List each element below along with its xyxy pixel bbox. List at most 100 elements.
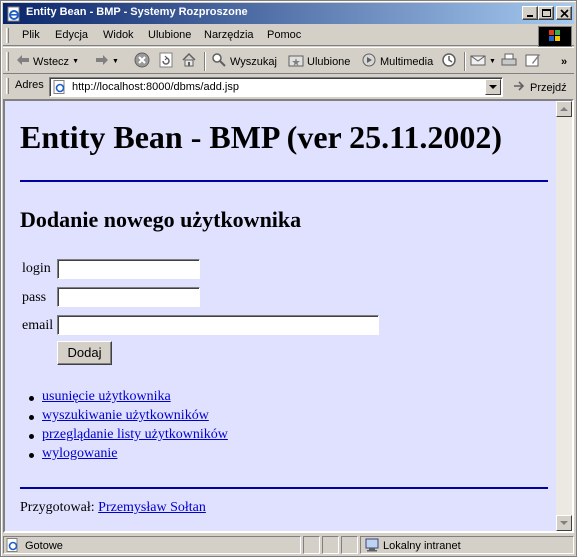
window-title: Entity Bean - BMP - Systemy Rozproszone — [26, 6, 248, 18]
standard-toolbar: Wstecz ▼ ▼ Wyszukaj Ulubione Multimedia … — [3, 47, 574, 74]
status-text: Gotowe — [25, 540, 63, 552]
status-zone: Lokalny intranet — [383, 540, 461, 552]
browser-window: Entity Bean - BMP - Systemy Rozproszone … — [0, 0, 577, 557]
minimize-button[interactable] — [522, 6, 538, 20]
status-cell — [303, 536, 320, 554]
back-button[interactable]: Wstecz ▼ — [16, 53, 79, 70]
ie-page-icon — [6, 538, 20, 555]
status-zone-cell: Lokalny intranet — [360, 536, 574, 554]
back-arrow-icon — [16, 54, 30, 69]
status-cell — [341, 536, 358, 554]
author-link[interactable]: Przemysław Sołtan — [98, 500, 206, 515]
toolbar-separator — [204, 52, 206, 71]
form-heading: Dodanie nowego użytkownika — [20, 207, 302, 232]
menubar-grip[interactable] — [6, 28, 9, 43]
login-label: login — [22, 261, 51, 276]
menu-pomoc[interactable]: Pomoc — [267, 29, 301, 41]
toolbar-separator — [464, 52, 466, 71]
forward-button[interactable]: ▼ — [95, 53, 119, 70]
add-user-button[interactable]: Dodaj — [57, 341, 112, 365]
status-bar: Gotowe Lokalny intranet — [3, 535, 574, 555]
forward-arrow-icon — [95, 54, 109, 69]
close-button[interactable] — [556, 6, 572, 20]
favorites-folder-icon — [288, 52, 304, 71]
ie-page-icon — [53, 80, 67, 97]
media-label: Multimedia — [380, 55, 434, 68]
favorites-label: Ulubione — [307, 55, 351, 68]
stop-icon — [134, 52, 150, 71]
toolbar-overflow-chevron-icon[interactable]: » — [561, 53, 567, 70]
refresh-icon — [158, 52, 174, 71]
delete-user-link[interactable]: usunięcie użytkownika — [42, 389, 171, 404]
status-cell — [322, 536, 339, 554]
address-field[interactable]: http://localhost:8000/dbms/add.jsp — [49, 77, 503, 97]
search-users-link[interactable]: wyszukiwanie użytkowników — [42, 408, 209, 423]
logout-link[interactable]: wylogowanie — [42, 446, 117, 461]
media-button[interactable]: Multimedia — [361, 53, 433, 70]
pass-field[interactable] — [57, 287, 200, 307]
search-button[interactable]: Wyszukaj — [211, 53, 277, 70]
addressbar-grip[interactable] — [6, 78, 9, 94]
page-viewport: Entity Bean - BMP (ver 25.11.2002) Dodan… — [3, 99, 574, 533]
scroll-up-button[interactable] — [556, 101, 572, 117]
pass-label: pass — [22, 290, 47, 305]
browse-users-link[interactable]: przeglądanie listy użytkowników — [42, 427, 228, 442]
search-icon — [211, 52, 227, 71]
mail-button[interactable]: ▼ — [470, 53, 496, 70]
search-label: Wyszukaj — [230, 55, 277, 68]
address-url[interactable]: http://localhost:8000/dbms/add.jsp — [72, 81, 239, 93]
email-label: email — [22, 318, 54, 333]
menu-plik[interactable]: Plik — [22, 29, 40, 41]
page-content: Entity Bean - BMP (ver 25.11.2002) Dodan… — [5, 101, 556, 531]
author-prefix: Przygotował: — [20, 500, 95, 515]
login-field[interactable] — [57, 259, 200, 279]
author-credit: Przygotował: Przemysław Sołtan — [20, 500, 206, 516]
menu-widok[interactable]: Widok — [103, 29, 134, 41]
page-title: Entity Bean - BMP (ver 25.11.2002) — [20, 119, 503, 155]
edit-icon — [525, 52, 541, 71]
action-links: usunięcie użytkownika wyszukiwanie użytk… — [29, 389, 228, 465]
horizontal-rule — [20, 180, 548, 182]
list-item: wylogowanie — [29, 446, 228, 465]
home-button[interactable] — [181, 52, 197, 71]
status-cell-main: Gotowe — [3, 536, 301, 554]
back-dropdown-icon[interactable]: ▼ — [72, 58, 79, 65]
go-button[interactable]: Przejdź — [513, 79, 567, 96]
maximize-button[interactable] — [538, 6, 554, 20]
title-bar[interactable]: Entity Bean - BMP - Systemy Rozproszone — [3, 3, 574, 24]
go-arrow-icon — [513, 79, 527, 96]
menu-narzedzia[interactable]: Narzędzia — [204, 29, 254, 41]
list-item: wyszukiwanie użytkowników — [29, 408, 228, 427]
vertical-scrollbar[interactable] — [556, 101, 572, 531]
mail-icon — [470, 52, 486, 71]
list-item: przeglądanie listy użytkowników — [29, 427, 228, 446]
history-icon — [441, 52, 457, 71]
mail-dropdown-icon[interactable]: ▼ — [489, 58, 496, 65]
menu-ulubione[interactable]: Ulubione — [148, 29, 191, 41]
favorites-button[interactable]: Ulubione — [288, 53, 350, 70]
print-button[interactable] — [501, 53, 517, 70]
list-item: usunięcie użytkownika — [29, 389, 228, 408]
toolbar-grip[interactable] — [6, 52, 9, 71]
address-label: Adres — [15, 79, 44, 91]
ie-page-icon — [6, 6, 22, 22]
email-field[interactable] — [57, 315, 379, 335]
menu-edycja[interactable]: Edycja — [55, 29, 88, 41]
home-icon — [181, 52, 197, 71]
scroll-down-button[interactable] — [556, 515, 572, 531]
edit-button[interactable] — [525, 53, 541, 70]
windows-logo-icon — [538, 26, 572, 47]
back-label: Wstecz — [33, 55, 70, 68]
address-bar: Adres http://localhost:8000/dbms/add.jsp… — [3, 75, 574, 97]
go-label: Przejdź — [530, 81, 567, 94]
history-button[interactable] — [441, 53, 457, 70]
refresh-button[interactable] — [158, 52, 174, 71]
address-dropdown-button[interactable] — [485, 79, 501, 95]
stop-button[interactable] — [134, 52, 150, 71]
print-icon — [501, 52, 517, 71]
media-icon — [361, 52, 377, 71]
menu-bar: Plik Edycja Widok Ulubione Narzędzia Pom… — [3, 25, 574, 47]
forward-dropdown-icon[interactable]: ▼ — [112, 58, 119, 65]
horizontal-rule — [20, 487, 548, 489]
intranet-icon — [365, 538, 381, 555]
